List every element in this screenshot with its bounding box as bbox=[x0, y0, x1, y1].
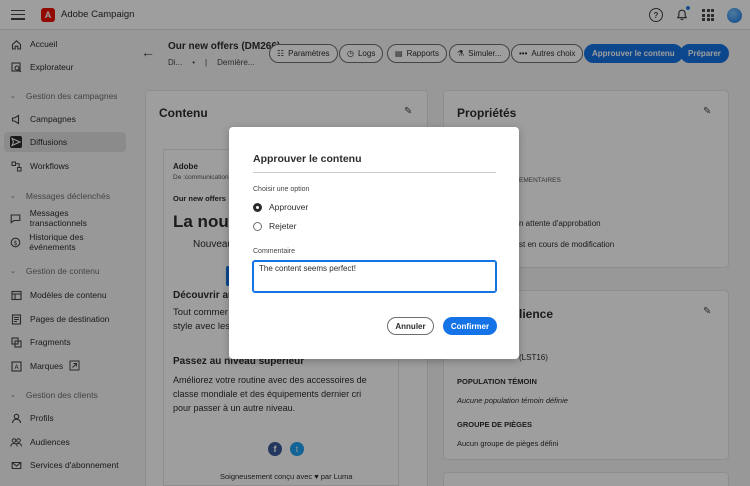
dialog-divider bbox=[253, 172, 496, 173]
radio-approve[interactable]: Approuver bbox=[253, 202, 308, 212]
radio-reject[interactable]: Rejeter bbox=[253, 221, 296, 231]
approve-content-dialog: Approuver le contenu Choisir une option … bbox=[229, 127, 519, 359]
cancel-button[interactable]: Annuler bbox=[387, 317, 434, 335]
dialog-title: Approuver le contenu bbox=[253, 153, 362, 165]
comment-textarea[interactable]: The content seems perfect! bbox=[252, 260, 497, 293]
comment-label: Commentaire bbox=[253, 248, 296, 255]
confirm-button[interactable]: Confirmer bbox=[443, 317, 497, 335]
radio-unchecked-icon[interactable] bbox=[253, 221, 262, 231]
choice-label: Choisir une option bbox=[253, 186, 310, 193]
radio-checked-icon[interactable] bbox=[253, 202, 262, 212]
